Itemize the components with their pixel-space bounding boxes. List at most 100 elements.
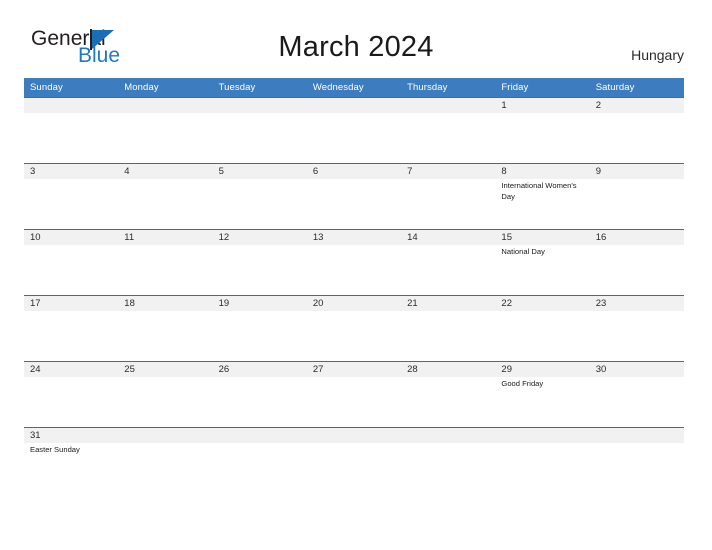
day-number-band [495,164,590,179]
day-number: 30 [595,364,607,375]
weekday-header-saturday: Saturday [589,78,684,98]
calendar-empty-cell [495,427,590,493]
calendar-day-cell[interactable]: 11 [118,229,213,296]
calendar-day-cell[interactable]: 28 [401,361,496,428]
day-cell-inner: 15 National Day [495,230,590,295]
calendar-empty-cell [589,427,684,493]
day-number-band [24,98,119,113]
calendar-day-cell[interactable]: 20 [306,295,402,362]
day-events: National Day [501,247,586,258]
day-number: 27 [312,364,324,375]
day-number: 28 [407,364,418,375]
day-cell-inner: 26 [212,362,307,427]
day-cell-inner: 19 [212,296,307,361]
calendar-day-cell[interactable]: 16 [589,229,684,296]
weekday-header-tuesday: Tuesday [212,78,307,98]
calendar-day-cell[interactable]: 21 [401,295,496,362]
day-events: International Women's Day [501,181,586,202]
calendar-day-cell[interactable]: 3 [24,163,119,230]
day-cell-inner: 7 [401,164,496,229]
calendar-day-cell[interactable]: 29 Good Friday [495,361,590,428]
calendar-week-row: 3 4 5 6 7 8 International Women's Day 9 [24,163,684,230]
country-label: Hungary [631,47,684,63]
day-number-band [118,98,213,113]
calendar-day-cell[interactable]: 19 [212,295,307,362]
calendar-day-cell[interactable]: 15 National Day [495,229,590,296]
day-number: 22 [501,298,512,309]
calendar-day-cell[interactable]: 7 [401,163,496,230]
day-cell-inner [118,98,213,163]
calendar-day-cell[interactable]: 10 [24,229,119,296]
day-cell-inner [306,98,402,163]
calendar-day-cell[interactable]: 25 [118,361,213,428]
day-number: 18 [124,298,135,309]
day-cell-inner [401,98,496,163]
day-number-band [118,428,213,443]
day-number: 20 [312,298,324,309]
day-number: 5 [218,166,224,177]
day-number: 23 [595,298,607,309]
day-cell-inner: 4 [118,164,213,229]
calendar-day-cell[interactable]: 9 [589,163,684,230]
calendar-day-cell[interactable]: 8 International Women's Day [495,163,590,230]
calendar-week-row: 17 18 19 20 21 22 23 [24,295,684,362]
holiday-event-label: National Day [501,247,545,256]
day-number-band [589,164,684,179]
calendar-day-cell[interactable]: 2 [589,97,684,164]
calendar-day-cell[interactable]: 26 [212,361,307,428]
calendar-day-cell[interactable]: 23 [589,295,684,362]
day-cell-inner: 22 [495,296,590,361]
day-cell-inner: 16 [589,230,684,295]
page-header: General Blue March 2024 Hungary [0,0,712,78]
calendar-week-row: 12 [24,97,684,164]
day-number: 29 [501,364,512,375]
calendar-day-cell[interactable]: 12 [212,229,307,296]
calendar-table: Sunday Monday Tuesday Wednesday Thursday… [24,78,684,493]
day-number: 4 [124,166,130,177]
weekday-header-monday: Monday [118,78,213,98]
calendar-day-cell[interactable]: 30 [589,361,684,428]
calendar-day-cell[interactable]: 6 [306,163,402,230]
calendar-day-cell[interactable]: 31 Easter Sunday [24,427,119,493]
calendar-day-cell[interactable]: 14 [401,229,496,296]
day-number: 14 [407,232,418,243]
day-number: 25 [124,364,135,375]
day-cell-inner: 17 [24,296,119,361]
day-number-band [212,164,307,179]
calendar-day-cell[interactable]: 13 [306,229,402,296]
calendar-day-cell[interactable]: 17 [24,295,119,362]
weekday-header-thursday: Thursday [401,78,496,98]
calendar-empty-cell [212,97,307,164]
day-cell-inner: 30 [589,362,684,427]
day-cell-inner [589,428,684,493]
calendar-day-cell[interactable]: 27 [306,361,402,428]
holiday-event-label: Easter Sunday [30,445,80,454]
day-cell-inner: 10 [24,230,119,295]
day-number: 19 [218,298,230,309]
day-number: 10 [30,232,41,243]
calendar-empty-cell [401,427,496,493]
day-cell-inner: 18 [118,296,213,361]
calendar-day-cell[interactable]: 22 [495,295,590,362]
day-number: 13 [312,232,324,243]
day-number: 9 [595,166,601,177]
day-cell-inner: 2 [589,98,684,163]
day-number: 31 [30,430,41,441]
day-number: 2 [595,100,601,111]
day-number-band [212,98,307,113]
calendar-empty-cell [118,97,213,164]
day-number: 24 [30,364,41,375]
holiday-event-label: International Women's Day [501,181,577,201]
day-cell-inner [401,428,496,493]
day-cell-inner: 3 [24,164,119,229]
calendar-day-cell[interactable]: 4 [118,163,213,230]
calendar-empty-cell [118,427,213,493]
calendar-day-cell[interactable]: 5 [212,163,307,230]
calendar-empty-cell [306,427,402,493]
calendar-day-cell[interactable]: 24 [24,361,119,428]
calendar-week-row: 10 11 12 13 14 15 National Day 16 [24,229,684,296]
calendar-day-cell[interactable]: 18 [118,295,213,362]
day-cell-inner: 28 [401,362,496,427]
calendar-week-row: 31 Easter Sunday [24,427,684,493]
calendar-day-cell[interactable]: 1 [495,97,590,164]
